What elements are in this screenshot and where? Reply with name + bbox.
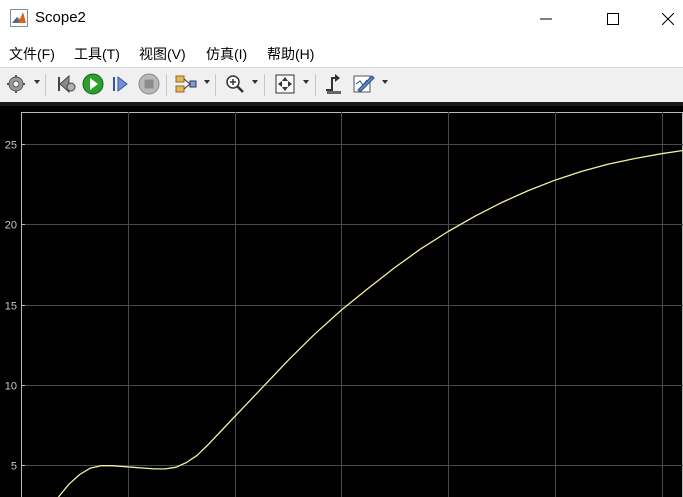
step-back-icon[interactable] — [55, 72, 77, 96]
gear-icon[interactable] — [6, 72, 26, 96]
signal-selector-icon[interactable] — [174, 72, 198, 96]
matlab-logo-icon — [10, 9, 28, 27]
edit-style-icon[interactable] — [352, 72, 376, 96]
toolbar — [0, 68, 683, 102]
scope-axes[interactable]: 5 10 15 20 25 — [0, 106, 683, 497]
signal-line — [57, 149, 683, 497]
zoom-dropdown-icon[interactable] — [252, 80, 258, 84]
scope-plot[interactable]: 5 10 15 20 25 — [0, 106, 683, 497]
menu-tools[interactable]: 工具(T) — [74, 44, 120, 64]
toolbar-separator — [215, 74, 216, 96]
step-forward-icon[interactable] — [110, 72, 132, 96]
y-tick-label: 15 — [5, 301, 17, 313]
maximize-button[interactable] — [590, 0, 636, 38]
toolbar-separator — [264, 74, 265, 96]
minimize-icon — [540, 18, 552, 20]
stop-icon[interactable] — [138, 72, 160, 96]
close-button[interactable] — [645, 0, 683, 38]
gear-dropdown-icon[interactable] — [34, 80, 40, 84]
menu-file[interactable]: 文件(F) — [9, 44, 55, 64]
toolbar-separator — [315, 74, 316, 96]
menu-view[interactable]: 视图(V) — [139, 44, 186, 64]
toolbar-separator — [45, 74, 46, 96]
autoscale-icon[interactable] — [273, 72, 297, 96]
zoom-in-icon[interactable] — [224, 72, 246, 96]
y-tick-label: 5 — [11, 461, 17, 473]
menu-help[interactable]: 帮助(H) — [267, 44, 314, 64]
menu-bar: 文件(F) 工具(T) 视图(V) 仿真(I) 帮助(H) — [0, 38, 683, 68]
y-tick-label: 20 — [5, 220, 17, 232]
minimize-button[interactable] — [523, 0, 569, 38]
triggers-icon[interactable] — [323, 72, 345, 96]
toolbar-separator — [166, 74, 167, 96]
maximize-icon — [607, 13, 619, 25]
autoscale-dropdown-icon[interactable] — [303, 80, 309, 84]
signal-selector-dropdown-icon[interactable] — [204, 80, 210, 84]
window-title: Scope2 — [35, 9, 86, 26]
run-icon[interactable] — [82, 72, 104, 96]
y-tick-label: 25 — [5, 140, 17, 152]
edit-style-dropdown-icon[interactable] — [382, 80, 388, 84]
y-tick-label: 10 — [5, 381, 17, 393]
axes-border — [21, 112, 683, 497]
menu-simulation[interactable]: 仿真(I) — [206, 44, 247, 64]
title-bar: Scope2 — [0, 0, 683, 38]
close-icon — [662, 13, 674, 25]
